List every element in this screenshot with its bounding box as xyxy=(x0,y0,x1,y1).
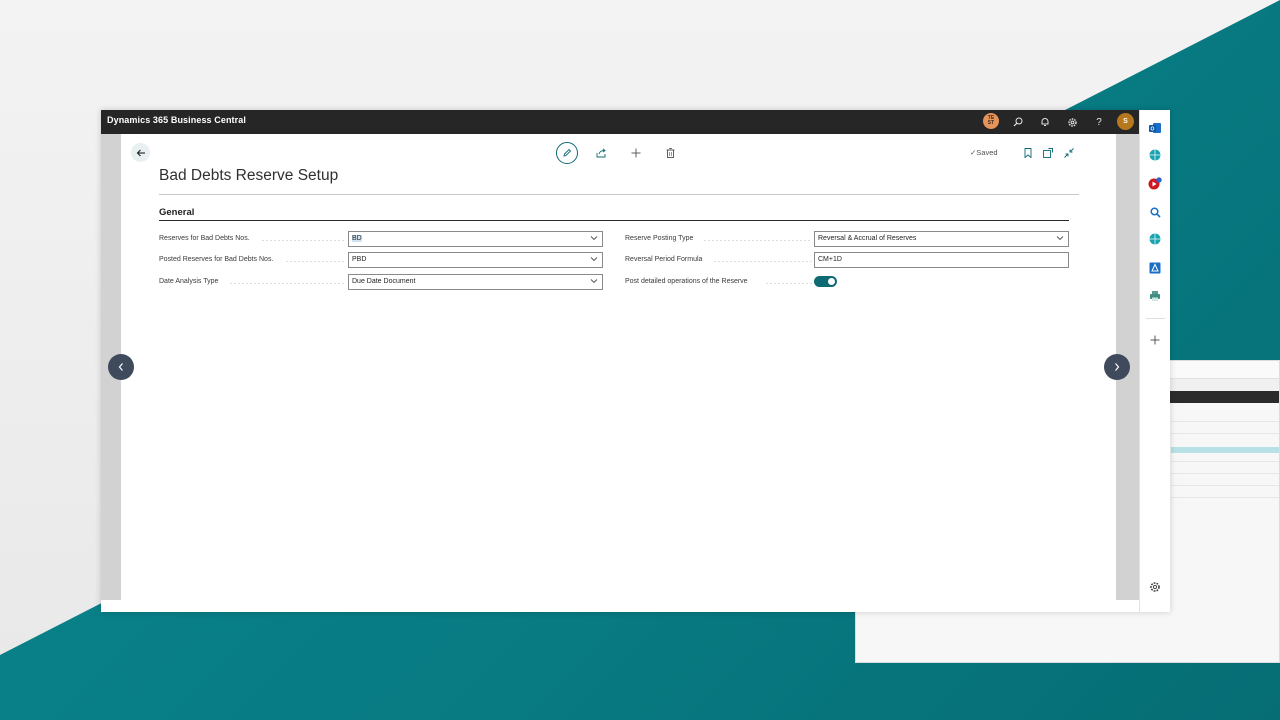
share-button[interactable] xyxy=(592,144,610,162)
background-window-row xyxy=(1171,461,1279,462)
field-label: Reserve Posting Type xyxy=(625,235,694,242)
field-leader-dots xyxy=(765,283,812,284)
field-label: Reversal Period Formula xyxy=(625,256,703,263)
azure-icon[interactable] xyxy=(1147,260,1163,276)
section-divider xyxy=(159,220,1069,221)
search-icon[interactable] xyxy=(1147,204,1163,220)
bottom-strip xyxy=(101,600,1140,612)
field-leader-dots xyxy=(261,240,346,241)
user-avatar[interactable]: S xyxy=(1117,113,1134,130)
chevron-down-icon[interactable] xyxy=(590,234,598,244)
input-value: Reversal & Accrual of Reserves xyxy=(818,235,917,242)
field-leader-dots xyxy=(285,261,346,262)
top-bar: Dynamics 365 Business Central TE ST ? S xyxy=(101,110,1170,134)
chevron-right-icon xyxy=(1115,363,1120,371)
help-icon[interactable]: ? xyxy=(1090,113,1108,131)
background-window-row xyxy=(1171,433,1279,434)
trash-icon xyxy=(666,148,674,158)
collapse-button[interactable] xyxy=(1060,144,1078,162)
posted-reserves-nos-input[interactable]: PBD xyxy=(348,252,603,268)
reserve-posting-type-select[interactable]: Reversal & Accrual of Reserves xyxy=(814,231,1069,247)
input-value: PBD xyxy=(352,256,367,263)
gear-icon[interactable] xyxy=(1063,113,1081,131)
chevron-left-icon xyxy=(118,363,123,371)
next-slide-button[interactable] xyxy=(1104,354,1130,380)
printer-icon[interactable] xyxy=(1147,288,1163,304)
input-value: CM+1D xyxy=(818,256,842,263)
field-label: Post detailed operations of the Reserve xyxy=(625,278,748,285)
field-leader-dots xyxy=(713,261,812,262)
company-badge[interactable]: TE ST xyxy=(983,113,999,129)
field-leader-dots xyxy=(703,240,812,241)
chevron-down-icon[interactable] xyxy=(590,277,598,287)
arrow-left-icon xyxy=(136,149,145,156)
post-detailed-operations-toggle[interactable] xyxy=(814,276,837,287)
field-label: Date Analysis Type xyxy=(159,278,219,285)
plus-icon xyxy=(631,148,641,158)
input-value: Due Date Document xyxy=(352,278,416,285)
pencil-icon xyxy=(563,148,572,157)
saved-status: ✓Saved xyxy=(970,148,998,157)
background-window-row xyxy=(1171,473,1279,474)
field-label: Reserves for Bad Debts Nos. xyxy=(159,235,250,242)
app-window: Dynamics 365 Business Central TEST ? S xyxy=(101,110,1170,612)
toggle-knob xyxy=(828,278,835,285)
outlook-icon[interactable]: O xyxy=(1147,120,1163,136)
share-icon xyxy=(596,148,606,158)
bookmark-button[interactable] xyxy=(1019,144,1037,162)
field-label: Posted Reserves for Bad Debts Nos. xyxy=(159,256,274,263)
open-in-new-icon xyxy=(1043,148,1053,158)
input-value: BD xyxy=(352,235,362,242)
previous-slide-button[interactable] xyxy=(108,354,134,380)
side-panel-divider xyxy=(1146,318,1165,319)
app-title: Dynamics 365 Business Central xyxy=(107,115,246,125)
svg-text:O: O xyxy=(1151,127,1155,133)
page-title: Bad Debts Reserve Setup xyxy=(159,167,339,184)
background-window-highlight-row xyxy=(1171,447,1279,453)
field-leader-dots xyxy=(229,283,346,284)
chevron-down-icon[interactable] xyxy=(1056,234,1064,244)
back-button[interactable] xyxy=(131,143,150,162)
teams-icon[interactable] xyxy=(1147,231,1163,247)
search-icon[interactable] xyxy=(1009,113,1027,131)
background-window-row xyxy=(1171,497,1279,498)
teams-icon[interactable] xyxy=(1147,147,1163,163)
reversal-period-formula-input[interactable]: CM+1D xyxy=(814,252,1069,268)
page-content: ✓Saved Bad Debts Reserve Setup General R… xyxy=(121,134,1116,600)
title-divider xyxy=(159,194,1079,195)
background-window-row xyxy=(1171,421,1279,422)
date-analysis-type-select[interactable]: Due Date Document xyxy=(348,274,603,290)
section-title-general[interactable]: General xyxy=(159,207,194,218)
open-new-window-button[interactable] xyxy=(1039,144,1057,162)
bell-icon[interactable] xyxy=(1036,113,1054,131)
settings-icon[interactable] xyxy=(1147,579,1163,595)
collapse-icon xyxy=(1064,148,1074,158)
reserves-nos-input[interactable]: BD xyxy=(348,231,603,247)
add-icon[interactable] xyxy=(1147,332,1163,348)
delete-button[interactable] xyxy=(661,144,679,162)
chevron-down-icon[interactable] xyxy=(590,255,598,265)
youtube-icon[interactable] xyxy=(1147,175,1163,191)
new-button[interactable] xyxy=(627,144,645,162)
bookmark-icon xyxy=(1024,148,1032,158)
edit-button[interactable] xyxy=(556,142,578,164)
background-window-row xyxy=(1171,485,1279,486)
browser-side-panel: O xyxy=(1139,110,1170,612)
